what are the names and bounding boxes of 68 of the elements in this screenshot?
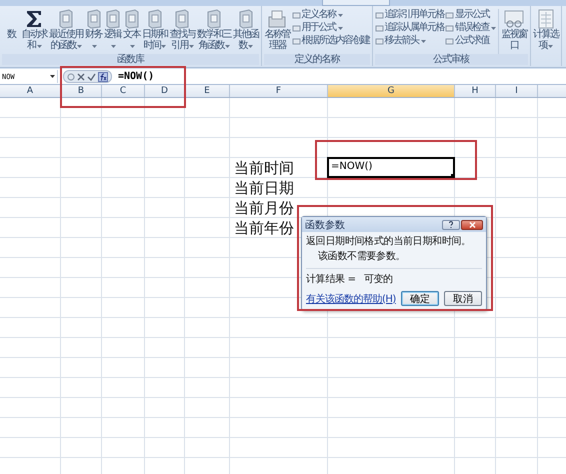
help-button[interactable]: [442, 220, 460, 230]
column-header[interactable]: I: [496, 85, 538, 97]
ribbon-button[interactable]: 逻辑: [104, 9, 122, 51]
check-icon: [87, 72, 96, 80]
book-icon: [238, 9, 253, 29]
ribbon-button[interactable]: 数学和三角函数: [196, 9, 232, 51]
ribbon-button[interactable]: 自动求和: [21, 9, 48, 51]
book-icon: [124, 9, 138, 29]
ribbon-button[interactable]: 计算选项: [532, 9, 559, 51]
help-link[interactable]: 有关该函数的帮助(H): [306, 292, 396, 306]
book-icon: [106, 9, 120, 29]
ribbon-item[interactable]: 追踪从属单元格: [374, 22, 444, 34]
column-header[interactable]: E: [185, 85, 230, 97]
ribbon-item[interactable]: 追踪引用单元格: [374, 9, 444, 21]
ribbon-item[interactable]: 移去箭头: [374, 35, 444, 47]
cell-text: 当前年份: [234, 219, 294, 238]
cell-text: 当前月份: [234, 199, 294, 218]
sigma-icon: [26, 9, 42, 29]
ribbon-item[interactable]: 定义名称: [292, 9, 370, 21]
column-header[interactable]: D: [145, 85, 185, 97]
cancel-icon: [77, 72, 85, 80]
question-icon: [448, 221, 454, 228]
cell-text: 当前日期: [234, 179, 294, 198]
group-title: 函数库: [117, 54, 144, 65]
book-icon: [175, 9, 190, 29]
ribbon-item[interactable]: 用于公式: [292, 22, 370, 34]
cell-text: 当前时间: [234, 159, 294, 178]
ribbon-item[interactable]: 根据所选内容创建: [292, 35, 370, 47]
ribbon-item[interactable]: 显示公式: [445, 9, 496, 21]
column-header[interactable]: B: [61, 85, 102, 97]
ribbon-button[interactable]: 监视窗口: [501, 9, 528, 51]
circle-icon: [67, 72, 75, 80]
ribbon-button[interactable]: 查找与引用: [169, 9, 196, 51]
close-button[interactable]: [461, 220, 483, 230]
close-icon: [468, 222, 476, 228]
ribbon-button[interactable]: 文本: [122, 9, 140, 51]
dialog-title: 函数参数: [305, 218, 345, 232]
group-title: 定义的名称: [294, 54, 340, 65]
ribbon-button[interactable]: 财务: [84, 9, 102, 51]
group-title: 公式审核: [433, 54, 469, 65]
cancel-button[interactable]: 取消: [444, 291, 482, 306]
column-header[interactable]: H: [455, 85, 496, 97]
book-icon: [59, 9, 73, 29]
result-value: 可变的: [364, 274, 393, 286]
ok-button[interactable]: 确定: [400, 291, 439, 306]
function-description: 返回日期时间格式的当前日期和时间。: [306, 236, 472, 248]
insert-function-icon: [98, 72, 108, 82]
result-label: 计算结果 =: [306, 274, 356, 286]
book-icon: [207, 9, 221, 29]
dropdown-icon: [50, 75, 55, 78]
ribbon-button[interactable]: 其他函数: [232, 9, 259, 51]
ribbon-button[interactable]: 日期和时间: [142, 9, 168, 51]
ribbon-item[interactable]: 错误检查: [445, 22, 496, 34]
ribbon-button[interactable]: 最近使用的函数: [48, 9, 84, 51]
calculator-icon: [538, 9, 554, 29]
ribbon-button[interactable]: 数: [2, 9, 20, 40]
book-icon: [86, 9, 100, 29]
formula-field[interactable]: =NOW(): [118, 70, 318, 83]
glasses-icon: [504, 9, 524, 29]
argument-note: 该函数不需要参数。: [317, 251, 406, 263]
column-header[interactable]: C: [102, 85, 145, 97]
active-cell[interactable]: =NOW(): [327, 157, 455, 178]
column-header[interactable]: G: [328, 85, 455, 97]
column-header[interactable]: A: [0, 85, 61, 97]
ribbon-button[interactable]: 名称管理器: [264, 9, 290, 51]
ribbon-item[interactable]: 公式求值: [445, 35, 496, 47]
name-manager-icon: [266, 9, 288, 29]
book-icon: [148, 9, 162, 29]
